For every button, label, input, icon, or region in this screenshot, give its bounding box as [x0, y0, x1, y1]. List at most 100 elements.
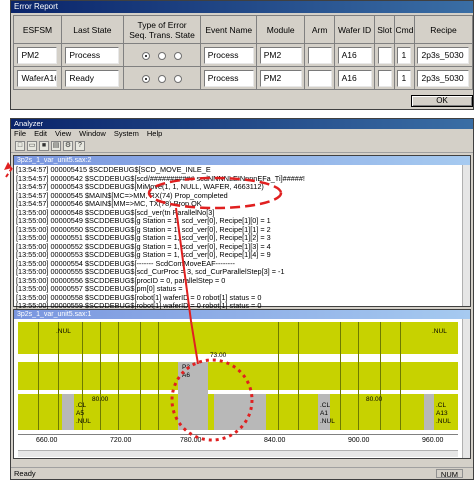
grid-line [158, 322, 159, 430]
timeline-chart[interactable]: .NUL .NUL P3 A6 73.00 80.00 80.00 .CL A5… [18, 320, 458, 432]
timeline-label: A13 [436, 410, 448, 417]
timeline-window-title: 3p2s_1_var_unit5.sax:1 [14, 310, 470, 319]
last-state-field[interactable]: Ready [65, 69, 120, 87]
help-icon[interactable]: ? [75, 140, 85, 151]
timeline-lane-top [18, 322, 458, 354]
grid-line [358, 322, 359, 430]
module-field[interactable]: PM2 [259, 46, 302, 64]
header-arm: Arm [304, 15, 336, 44]
axis-tick: 900.00 [348, 437, 370, 444]
esfsm-field[interactable]: PM2 [17, 46, 58, 64]
timeline-label: .CL [436, 402, 447, 409]
log-text: [13:54:57] 000005415 $SCDDEBUG$[SCD_MOVE… [14, 165, 470, 312]
save-icon[interactable]: ■ [39, 140, 49, 151]
timeline-label: .CL [320, 402, 331, 409]
error-report-title: Error Report [11, 1, 473, 13]
timeline-axis: 660.00 720.00 780.00 840.00 900.00 960.0… [18, 434, 458, 448]
grid-line [380, 322, 381, 430]
slot-field[interactable] [377, 69, 392, 87]
timeline-label: 73.00 [210, 352, 227, 359]
grid-line [100, 322, 101, 430]
cmd-field[interactable]: 1 [397, 46, 412, 64]
timeline-label: 80.00 [92, 396, 109, 403]
grid-line [38, 322, 39, 430]
analyzer-title: Analyzer [11, 119, 473, 129]
analyzer-window: Analyzer File Edit View Window System He… [10, 118, 474, 480]
new-icon[interactable]: □ [15, 140, 25, 151]
timeline-horizontal-scrollbar[interactable] [18, 450, 458, 457]
module-field[interactable]: PM2 [259, 69, 302, 87]
slot-field[interactable] [377, 46, 392, 64]
header-type-of-error: Type of Error Seq. Trans. State [122, 15, 202, 44]
menu-system[interactable]: System [114, 129, 139, 139]
seq-radio[interactable] [142, 74, 151, 83]
axis-tick: 660.00 [36, 437, 58, 444]
status-bar: Ready NUM [11, 467, 473, 479]
grid-line [140, 322, 141, 430]
timeline-lane-mid [18, 362, 458, 390]
timeline-label: A1 [320, 410, 328, 417]
event-name-field[interactable]: Process [203, 46, 254, 64]
seq-radio[interactable] [142, 51, 151, 60]
cmd-field[interactable]: 1 [397, 69, 412, 87]
header-esfsm: ESFSM [13, 15, 62, 44]
menu-window[interactable]: Window [79, 129, 106, 139]
arm-field[interactable] [307, 46, 332, 64]
timeline-label: .NUL [56, 328, 71, 335]
timeline-label: .NUL [432, 328, 447, 335]
toolbar: □ ▭ ■ ▤ ⚙ ? [11, 139, 473, 153]
idle-block [62, 394, 74, 430]
grid-line [298, 322, 299, 430]
error-report-window: Error Report ESFSM Last State Type of Er… [10, 0, 474, 110]
num-lock-indicator: NUM [435, 469, 463, 479]
open-icon[interactable]: ▭ [27, 140, 37, 151]
menu-file[interactable]: File [14, 129, 26, 139]
header-event-name: Event Name [200, 15, 258, 44]
log-window-title: 3p2s_1_var_unit5.sax:2 [14, 156, 470, 165]
ok-button[interactable]: OK [411, 95, 473, 107]
menu-view[interactable]: View [55, 129, 71, 139]
header-slot: Slot [374, 15, 395, 44]
log-window: 3p2s_1_var_unit5.sax:2 [13:54:57] 000005… [13, 155, 471, 310]
timeline-label: 80.00 [366, 396, 383, 403]
grid-line [118, 322, 119, 430]
timeline-vertical-scrollbar[interactable] [462, 319, 470, 458]
recipe-field[interactable]: 2p3s_5030 [417, 69, 470, 87]
trans-radio[interactable] [158, 51, 167, 60]
trans-radio[interactable] [158, 74, 167, 83]
axis-tick: 960.00 [422, 437, 444, 444]
grid-line [58, 322, 59, 430]
status-text: Ready [14, 469, 36, 478]
idle-block [214, 394, 266, 430]
timeline-label: .CL [76, 402, 87, 409]
esfsm-field[interactable]: WaferA16 [17, 69, 58, 87]
header-recipe: Recipe [413, 15, 474, 44]
arm-field[interactable] [307, 69, 332, 87]
menu-help[interactable]: Help [147, 129, 162, 139]
axis-tick: 840.00 [264, 437, 286, 444]
log-scrollbar[interactable] [462, 165, 470, 306]
timeline-label: .NUL [436, 418, 451, 425]
menu-bar: File Edit View Window System Help [11, 129, 473, 139]
timeline-label: .NUL [320, 418, 335, 425]
idle-block [424, 394, 434, 430]
timeline-label: .NUL [76, 418, 91, 425]
table-row: PM2 Process Process PM2 A16 1 2p3s_5030 [13, 43, 474, 67]
last-state-field[interactable]: Process [65, 46, 120, 64]
timeline-label: A5 [76, 410, 84, 417]
header-wafer-id: Wafer ID [334, 15, 376, 44]
print-icon[interactable]: ▤ [51, 140, 61, 151]
timeline-window: 3p2s_1_var_unit5.sax:1 .NUL .NUL P3 A6 7… [13, 309, 471, 459]
error-report-table: ESFSM Last State Type of Error Seq. Tran… [13, 15, 474, 90]
state-radio[interactable] [174, 51, 183, 60]
grid-line [340, 322, 341, 430]
menu-edit[interactable]: Edit [34, 129, 47, 139]
settings-icon[interactable]: ⚙ [63, 140, 73, 151]
seq-trans-state-label: Seq. Trans. State [129, 29, 195, 40]
event-name-field[interactable]: Process [203, 69, 254, 87]
wafer-id-field[interactable]: A16 [337, 46, 372, 64]
header-cmd: Cmd [394, 15, 415, 44]
wafer-id-field[interactable]: A16 [337, 69, 372, 87]
recipe-field[interactable]: 2p3s_5030 [417, 46, 470, 64]
state-radio[interactable] [174, 74, 183, 83]
